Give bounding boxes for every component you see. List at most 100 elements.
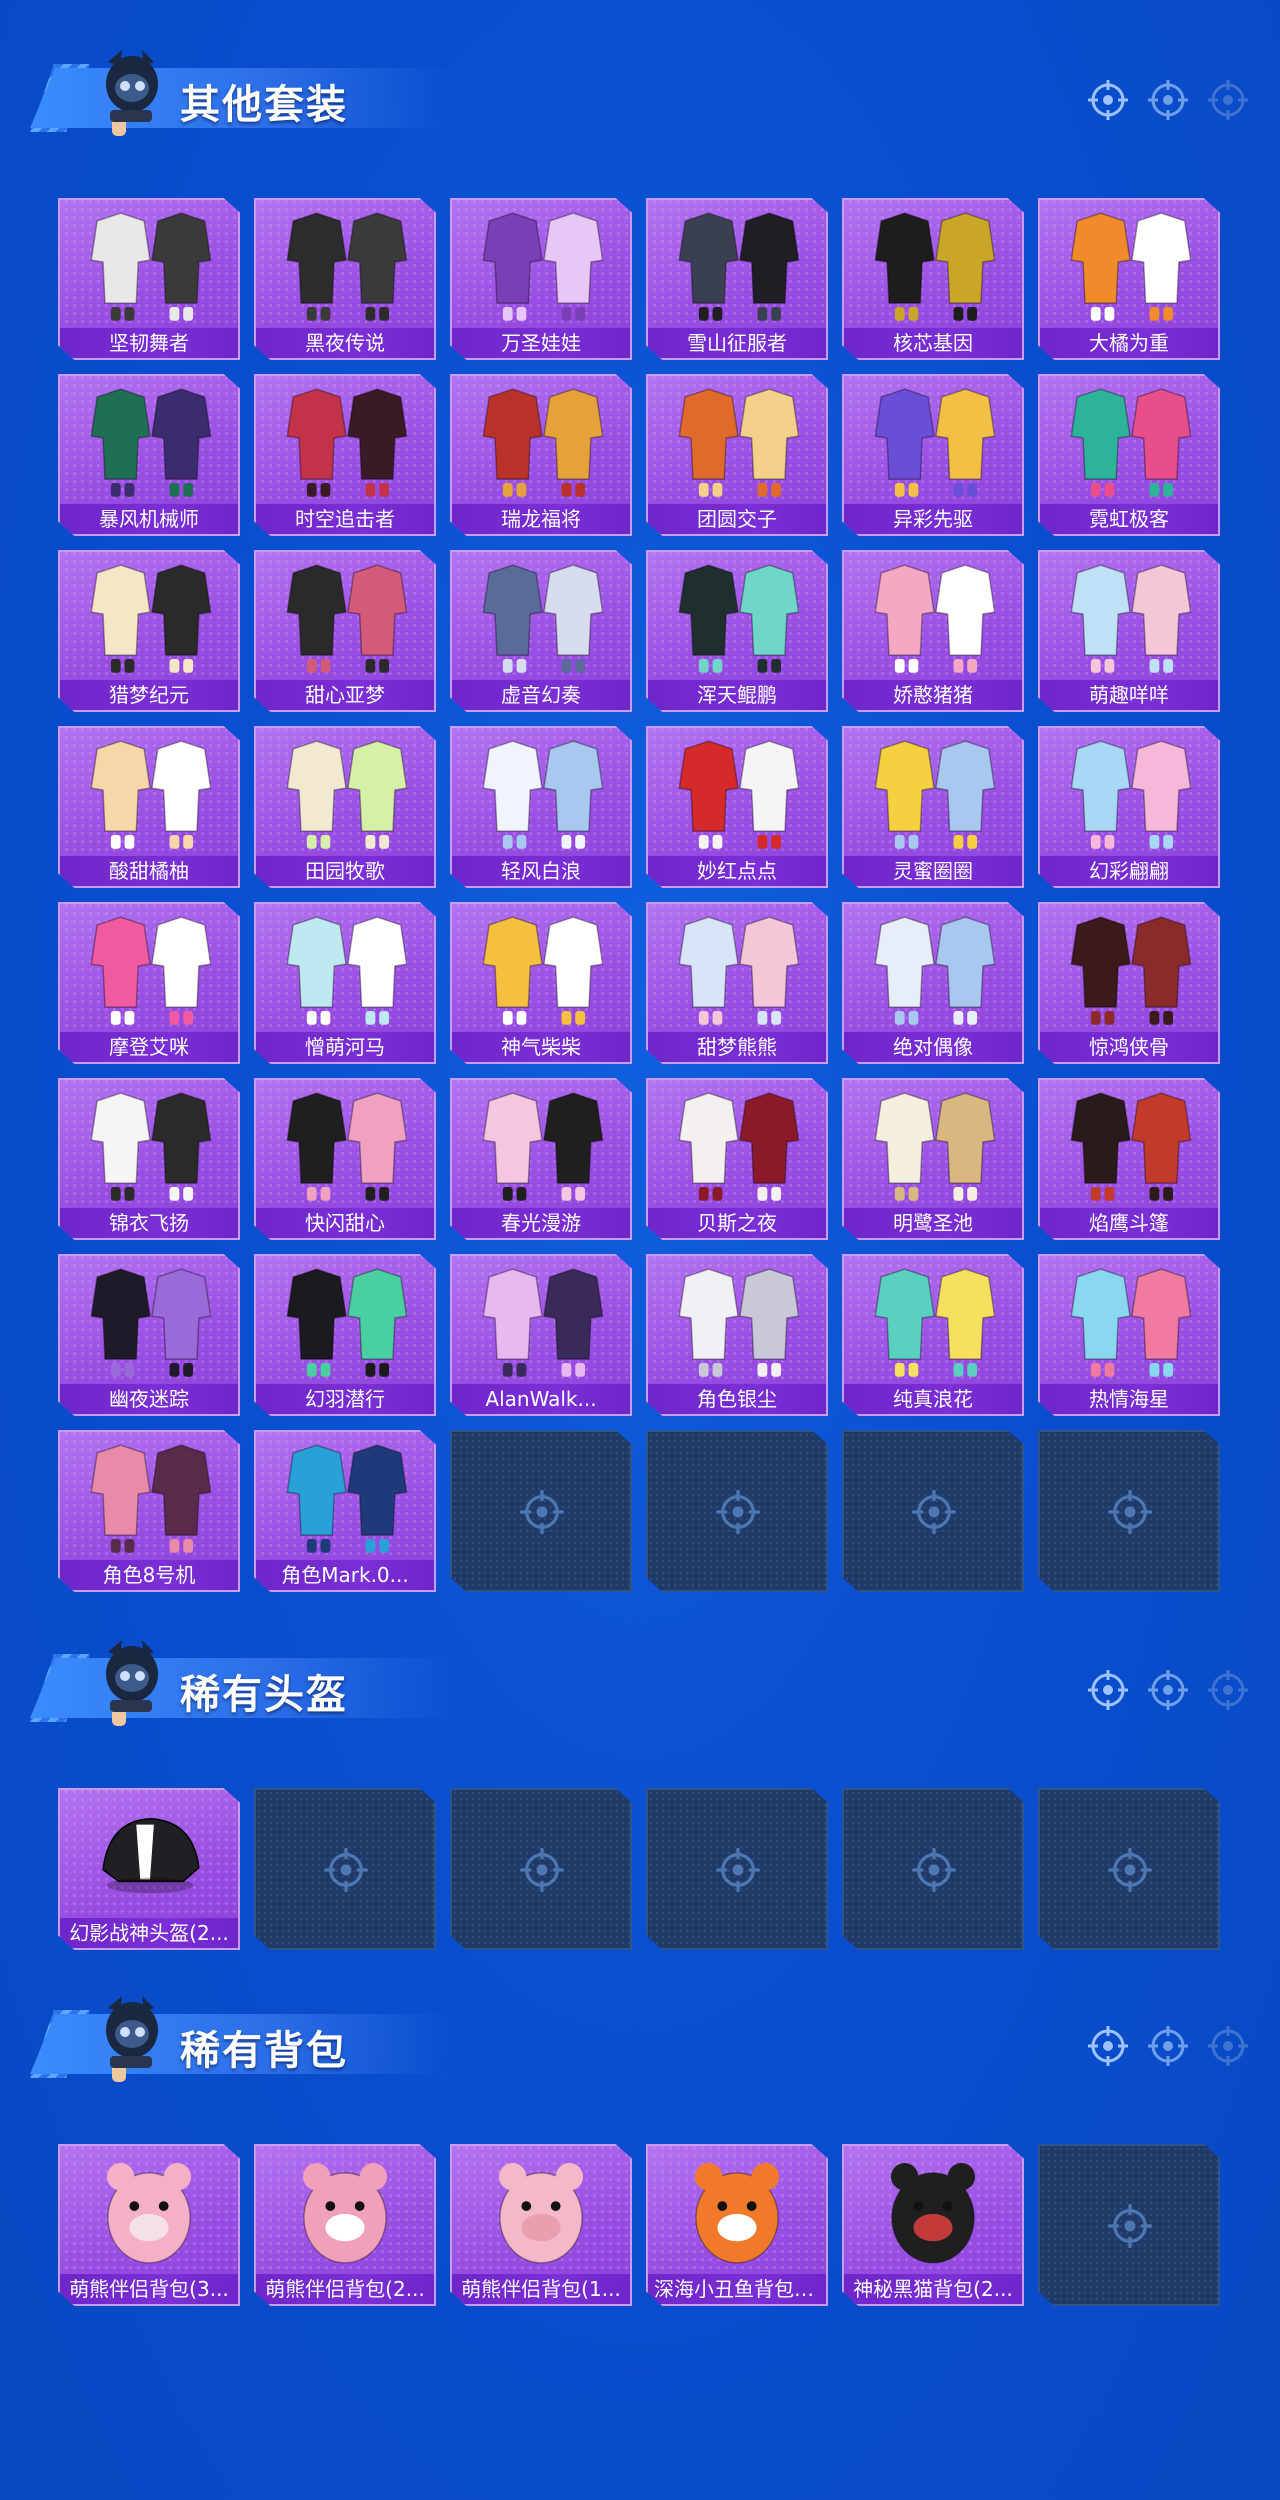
- item-card[interactable]: 幽夜迷踪: [58, 1254, 240, 1416]
- backpack-thumbnail: [694, 2163, 780, 2264]
- item-card[interactable]: 惊鸿侠骨: [1038, 902, 1220, 1064]
- item-card[interactable]: 瑞龙福将: [450, 374, 632, 536]
- item-card[interactable]: 霓虹极客: [1038, 374, 1220, 536]
- crosshair-icon: [324, 1848, 368, 1892]
- item-card[interactable]: 灵蜜圈圈: [842, 726, 1024, 888]
- item-card[interactable]: 田园牧歌: [254, 726, 436, 888]
- item-card[interactable]: 幻羽潜行: [254, 1254, 436, 1416]
- item-name-label: 幽夜迷踪: [60, 1384, 238, 1414]
- item-card[interactable]: 轻风白浪: [450, 726, 632, 888]
- header-icon-group: [1086, 78, 1250, 122]
- item-card[interactable]: 虚音幻奏: [450, 550, 632, 712]
- crosshair-icon: [716, 1490, 760, 1534]
- item-name-label: 酸甜橘柚: [60, 856, 238, 886]
- item-card[interactable]: 神秘黑猫背包(2...: [842, 2144, 1024, 2306]
- item-card[interactable]: 摩登艾咪: [58, 902, 240, 1064]
- item-card[interactable]: 大橘为重: [1038, 198, 1220, 360]
- section-title: 稀有背包: [180, 2028, 348, 2074]
- outfit-thumbnail: [90, 1092, 212, 1201]
- item-name-label: 锦衣飞扬: [60, 1208, 238, 1238]
- item-card[interactable]: 贝斯之夜: [646, 1078, 828, 1240]
- item-card[interactable]: 萌熊伴侣背包(3...: [58, 2144, 240, 2306]
- item-card[interactable]: 酸甜橘柚: [58, 726, 240, 888]
- outfit-thumbnail: [678, 564, 800, 673]
- item-card[interactable]: 春光漫游: [450, 1078, 632, 1240]
- item-card[interactable]: 幻影战神头盔(2...: [58, 1788, 240, 1950]
- item-card[interactable]: 时空追击者: [254, 374, 436, 536]
- item-card[interactable]: 暴风机械师: [58, 374, 240, 536]
- outfit-thumbnail: [286, 916, 408, 1025]
- backpack-thumbnail: [302, 2163, 388, 2264]
- helmet-grid: 幻影战神头盔(2...: [58, 1788, 1220, 1950]
- item-card[interactable]: 深海小丑鱼背包(...: [646, 2144, 828, 2306]
- item-name-label: 贝斯之夜: [648, 1208, 826, 1238]
- item-name-label: 幻影战神头盔(2...: [60, 1918, 238, 1948]
- empty-slot: [1038, 2144, 1220, 2306]
- item-card[interactable]: 黑夜传说: [254, 198, 436, 360]
- empty-slot: [450, 1430, 632, 1592]
- item-name-label: 萌熊伴侣背包(2...: [256, 2274, 434, 2304]
- item-name-label: 神气柴柴: [452, 1032, 630, 1062]
- item-card[interactable]: 锦衣飞扬: [58, 1078, 240, 1240]
- item-card[interactable]: 坚韧舞者: [58, 198, 240, 360]
- outfit-thumbnail: [286, 564, 408, 673]
- item-card[interactable]: 核芯基因: [842, 198, 1024, 360]
- item-name-label: 纯真浪花: [844, 1384, 1022, 1414]
- item-name-label: 摩登艾咪: [60, 1032, 238, 1062]
- crosshair-icon: [912, 1490, 956, 1534]
- outfit-thumbnail: [90, 916, 212, 1025]
- outfit-thumbnail: [286, 740, 408, 849]
- item-card[interactable]: 角色银尘: [646, 1254, 828, 1416]
- item-card[interactable]: 团圆交子: [646, 374, 828, 536]
- helmet-thumbnail: [102, 1818, 200, 1894]
- crosshair-icon: [1148, 2026, 1188, 2066]
- item-name-label: 田园牧歌: [256, 856, 434, 886]
- item-card[interactable]: 快闪甜心: [254, 1078, 436, 1240]
- item-name-label: 幻彩翩翩: [1040, 856, 1218, 886]
- item-card[interactable]: 热情海星: [1038, 1254, 1220, 1416]
- item-name-label: 角色银尘: [648, 1384, 826, 1414]
- outfit-thumbnail: [286, 1268, 408, 1377]
- item-name-label: 异彩先驱: [844, 504, 1022, 534]
- item-card[interactable]: 萌熊伴侣背包(2...: [254, 2144, 436, 2306]
- outfit-thumbnail: [678, 1092, 800, 1201]
- crosshair-icon: [1088, 80, 1128, 120]
- empty-slot: [1038, 1788, 1220, 1950]
- item-card[interactable]: 猎梦纪元: [58, 550, 240, 712]
- item-card[interactable]: 萌熊伴侣背包(1...: [450, 2144, 632, 2306]
- item-card[interactable]: 纯真浪花: [842, 1254, 1024, 1416]
- item-card[interactable]: 角色8号机: [58, 1430, 240, 1592]
- item-card[interactable]: 萌趣咩咩: [1038, 550, 1220, 712]
- item-card[interactable]: 甜心亚梦: [254, 550, 436, 712]
- item-card[interactable]: 甜梦熊熊: [646, 902, 828, 1064]
- empty-slot: [450, 1788, 632, 1950]
- item-card[interactable]: 妙红点点: [646, 726, 828, 888]
- item-name-label: 快闪甜心: [256, 1208, 434, 1238]
- item-card[interactable]: 明鹭圣池: [842, 1078, 1024, 1240]
- item-card[interactable]: AlanWalk...: [450, 1254, 632, 1416]
- outfit-thumbnail: [874, 740, 996, 849]
- outfit-thumbnail: [874, 564, 996, 673]
- item-name-label: 萌熊伴侣背包(1...: [452, 2274, 630, 2304]
- item-name-label: AlanWalk...: [452, 1384, 630, 1414]
- item-name-label: 深海小丑鱼背包(...: [648, 2274, 826, 2304]
- empty-slot: [254, 1788, 436, 1950]
- item-card[interactable]: 异彩先驱: [842, 374, 1024, 536]
- item-card[interactable]: 神气柴柴: [450, 902, 632, 1064]
- crosshair-icon: [1208, 2026, 1248, 2066]
- outfit-thumbnail: [482, 212, 604, 321]
- item-card[interactable]: 幻彩翩翩: [1038, 726, 1220, 888]
- item-card[interactable]: 绝对偶像: [842, 902, 1024, 1064]
- item-name-label: 核芯基因: [844, 328, 1022, 358]
- item-card[interactable]: 憎萌河马: [254, 902, 436, 1064]
- item-card[interactable]: 娇憨猪猪: [842, 550, 1024, 712]
- item-card[interactable]: 雪山征服者: [646, 198, 828, 360]
- outfit-grid: 坚韧舞者 黑夜传说 万圣娃娃 雪山征服者 核芯基因 大橘为重暴风机械师 时空追击者 瑞龙福将团…: [58, 198, 1220, 1592]
- item-name-label: 雪山征服者: [648, 328, 826, 358]
- item-card[interactable]: 角色Mark.0...: [254, 1430, 436, 1592]
- item-card[interactable]: 焰鹰斗篷: [1038, 1078, 1220, 1240]
- item-card[interactable]: 万圣娃娃: [450, 198, 632, 360]
- crosshair-icon: [1108, 1848, 1152, 1892]
- item-name-label: 角色Mark.0...: [256, 1560, 434, 1590]
- item-card[interactable]: 浑天鲲鹏: [646, 550, 828, 712]
